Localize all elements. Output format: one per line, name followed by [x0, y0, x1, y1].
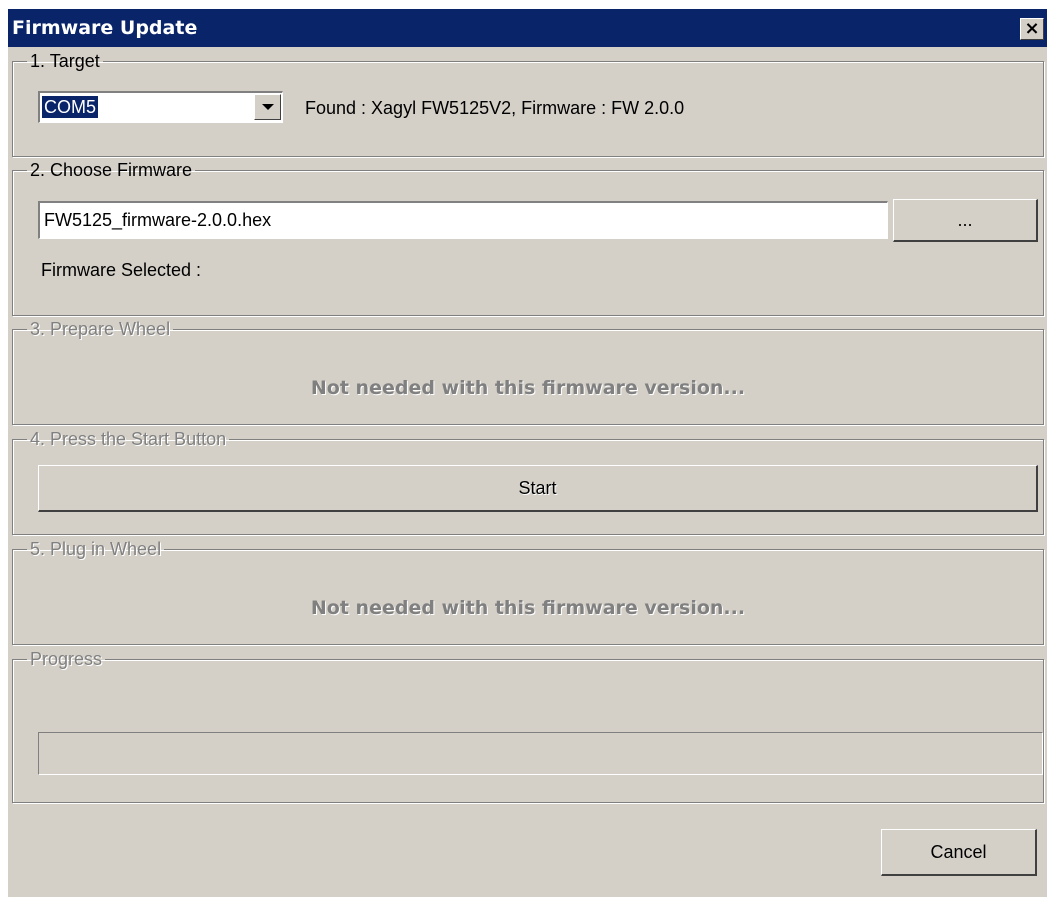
title-bar[interactable]: Firmware Update × — [8, 9, 1047, 47]
cancel-button[interactable]: Cancel — [881, 829, 1037, 876]
progress-group: Progress — [12, 649, 1044, 803]
firmware-update-dialog: Firmware Update × 1. Target COM5 Found :… — [7, 8, 1047, 897]
dropdown-arrow-icon[interactable] — [254, 94, 281, 120]
choose-firmware-legend: 2. Choose Firmware — [30, 160, 193, 180]
browse-button[interactable]: ... — [893, 199, 1038, 242]
start-legend: 4. Press the Start Button — [30, 429, 227, 449]
start-button[interactable]: Start — [38, 465, 1038, 512]
port-select[interactable]: COM5 — [38, 91, 283, 123]
prepare-wheel-notice: Not needed with this firmware version... — [310, 377, 746, 399]
firmware-file-input[interactable] — [38, 201, 888, 239]
progress-legend: Progress — [30, 649, 103, 669]
plug-in-wheel-group: 5. Plug in Wheel — [12, 539, 1044, 645]
close-button[interactable]: × — [1020, 18, 1044, 40]
plug-in-wheel-legend: 5. Plug in Wheel — [30, 539, 162, 559]
progress-bar — [38, 732, 1043, 775]
plug-in-wheel-notice: Not needed with this firmware version... — [310, 597, 746, 619]
device-found-status: Found : Xagyl FW5125V2, Firmware : FW 2.… — [305, 98, 685, 118]
prepare-wheel-legend: 3. Prepare Wheel — [30, 319, 171, 339]
window-title: Firmware Update — [12, 17, 198, 39]
prepare-wheel-group: 3. Prepare Wheel — [12, 319, 1044, 425]
firmware-selected-label: Firmware Selected : — [41, 260, 202, 280]
target-legend: 1. Target — [30, 51, 100, 71]
port-select-value: COM5 — [40, 95, 100, 119]
close-icon: × — [1024, 18, 1040, 39]
